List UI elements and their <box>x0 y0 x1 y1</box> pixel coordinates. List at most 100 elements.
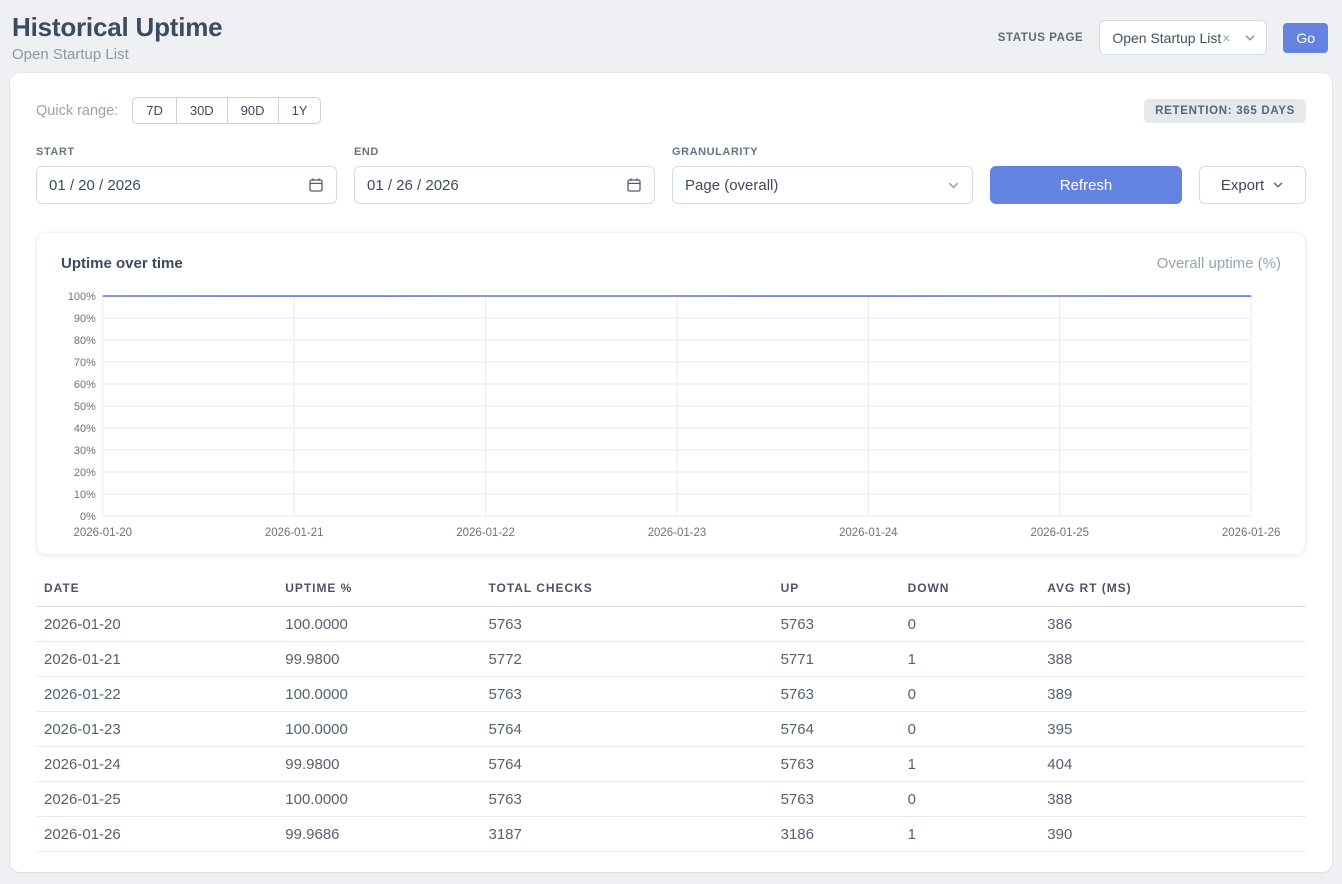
table-cell: 3186 <box>773 817 900 852</box>
quick-range-label: Quick range: <box>36 103 118 119</box>
svg-text:2026-01-26: 2026-01-26 <box>1222 527 1281 539</box>
column-header: UPTIME % <box>277 581 480 607</box>
svg-text:30%: 30% <box>74 445 96 457</box>
table-cell: 1 <box>900 642 1040 677</box>
table-header-row: DATE UPTIME % TOTAL CHECKS UP DOWN AVG R… <box>36 581 1306 607</box>
table-cell: 5764 <box>773 712 900 747</box>
table-cell: 388 <box>1039 642 1306 677</box>
table-row: 2026-01-2199.9800577257711388 <box>36 642 1306 677</box>
table-cell: 0 <box>900 607 1040 642</box>
table-cell: 0 <box>900 677 1040 712</box>
table-cell: 0 <box>900 782 1040 817</box>
quick-range-row: Quick range: 7D 30D 90D 1Y RETENTION: 36… <box>36 97 1306 124</box>
quick-range-button[interactable]: 30D <box>176 97 228 124</box>
table-cell: 5763 <box>480 782 772 817</box>
table-cell: 389 <box>1039 677 1306 712</box>
page-heading-block: Historical Uptime Open Startup List <box>12 12 222 63</box>
granularity-field: GRANULARITY Page (overall) <box>672 146 973 204</box>
table-cell: 1 <box>900 747 1040 782</box>
table-cell: 5771 <box>773 642 900 677</box>
table-cell: 3187 <box>480 817 772 852</box>
table-cell: 99.9800 <box>277 747 480 782</box>
start-date-input[interactable]: 01 / 20 / 2026 <box>36 166 337 204</box>
page-subtitle: Open Startup List <box>12 46 222 63</box>
table-cell: 1 <box>900 817 1040 852</box>
svg-text:2026-01-24: 2026-01-24 <box>839 527 898 539</box>
refresh-button[interactable]: Refresh <box>990 166 1182 204</box>
table-cell: 2026-01-22 <box>36 677 277 712</box>
table-cell: 100.0000 <box>277 712 480 747</box>
table-cell: 5764 <box>480 747 772 782</box>
chevron-down-icon <box>1244 32 1256 44</box>
uptime-table: DATE UPTIME % TOTAL CHECKS UP DOWN AVG R… <box>36 581 1306 852</box>
svg-text:80%: 80% <box>74 335 96 347</box>
chevron-down-icon <box>1272 179 1284 191</box>
calendar-icon[interactable] <box>626 177 642 193</box>
end-date-input[interactable]: 01 / 26 / 2026 <box>354 166 655 204</box>
granularity-label: GRANULARITY <box>672 146 973 158</box>
table-cell: 386 <box>1039 607 1306 642</box>
uptime-chart: 100%90%80%70%60%50%40%30%20%10%0%2026-01… <box>61 286 1281 542</box>
svg-text:90%: 90% <box>74 313 96 325</box>
svg-text:2026-01-20: 2026-01-20 <box>74 527 133 539</box>
quick-range-control: Quick range: 7D 30D 90D 1Y <box>36 97 321 124</box>
svg-text:40%: 40% <box>74 423 96 435</box>
table-cell: 388 <box>1039 782 1306 817</box>
table-cell: 99.9800 <box>277 642 480 677</box>
uptime-table-body: 2026-01-20100.00005763576303862026-01-21… <box>36 607 1306 852</box>
go-button[interactable]: Go <box>1283 23 1328 53</box>
table-cell: 5763 <box>773 677 900 712</box>
table-cell: 5763 <box>480 607 772 642</box>
granularity-select[interactable]: Page (overall) <box>672 166 973 204</box>
table-row: 2026-01-2699.9686318731861390 <box>36 817 1306 852</box>
export-label: Export <box>1221 177 1264 194</box>
end-date-value: 01 / 26 / 2026 <box>367 177 459 194</box>
table-row: 2026-01-25100.0000576357630388 <box>36 782 1306 817</box>
table-row: 2026-01-2499.9800576457631404 <box>36 747 1306 782</box>
export-button[interactable]: Export <box>1199 166 1306 204</box>
table-cell: 5763 <box>480 677 772 712</box>
svg-text:70%: 70% <box>74 357 96 369</box>
quick-range-button[interactable]: 7D <box>132 97 177 124</box>
svg-text:2026-01-25: 2026-01-25 <box>1030 527 1089 539</box>
table-cell: 2026-01-24 <box>36 747 277 782</box>
table-cell: 390 <box>1039 817 1306 852</box>
svg-text:10%: 10% <box>74 489 96 501</box>
start-date-field: START 01 / 20 / 2026 <box>36 146 337 204</box>
table-cell: 404 <box>1039 747 1306 782</box>
table-row: 2026-01-20100.0000576357630386 <box>36 607 1306 642</box>
column-header: DATE <box>36 581 277 607</box>
svg-text:50%: 50% <box>74 401 96 413</box>
table-row: 2026-01-22100.0000576357630389 <box>36 677 1306 712</box>
chevron-down-icon <box>947 179 960 192</box>
table-cell: 5764 <box>480 712 772 747</box>
table-cell: 99.9686 <box>277 817 480 852</box>
status-page-label: STATUS PAGE <box>998 32 1084 44</box>
column-header: TOTAL CHECKS <box>480 581 772 607</box>
status-page-value: Open Startup List <box>1112 30 1221 46</box>
quick-range-button[interactable]: 1Y <box>278 97 322 124</box>
clear-icon[interactable]: × <box>1222 30 1230 46</box>
quick-range-group: 7D 30D 90D 1Y <box>132 97 321 124</box>
table-cell: 0 <box>900 712 1040 747</box>
filter-form-row: START 01 / 20 / 2026 END 01 / 26 / 2026 … <box>36 146 1306 204</box>
column-header: DOWN <box>900 581 1040 607</box>
table-cell: 100.0000 <box>277 677 480 712</box>
table-cell: 2026-01-21 <box>36 642 277 677</box>
end-date-label: END <box>354 146 655 158</box>
chart-legend: Overall uptime (%) <box>1157 255 1281 272</box>
table-cell: 5772 <box>480 642 772 677</box>
calendar-icon[interactable] <box>308 177 324 193</box>
column-header: UP <box>773 581 900 607</box>
status-page-select[interactable]: Open Startup List × <box>1099 20 1267 55</box>
svg-text:2026-01-21: 2026-01-21 <box>265 527 324 539</box>
svg-text:2026-01-22: 2026-01-22 <box>456 527 515 539</box>
table-cell: 395 <box>1039 712 1306 747</box>
table-cell: 5763 <box>773 782 900 817</box>
start-date-label: START <box>36 146 337 158</box>
end-date-field: END 01 / 26 / 2026 <box>354 146 655 204</box>
svg-text:20%: 20% <box>74 467 96 479</box>
table-cell: 5763 <box>773 747 900 782</box>
quick-range-button[interactable]: 90D <box>227 97 279 124</box>
table-cell: 100.0000 <box>277 607 480 642</box>
